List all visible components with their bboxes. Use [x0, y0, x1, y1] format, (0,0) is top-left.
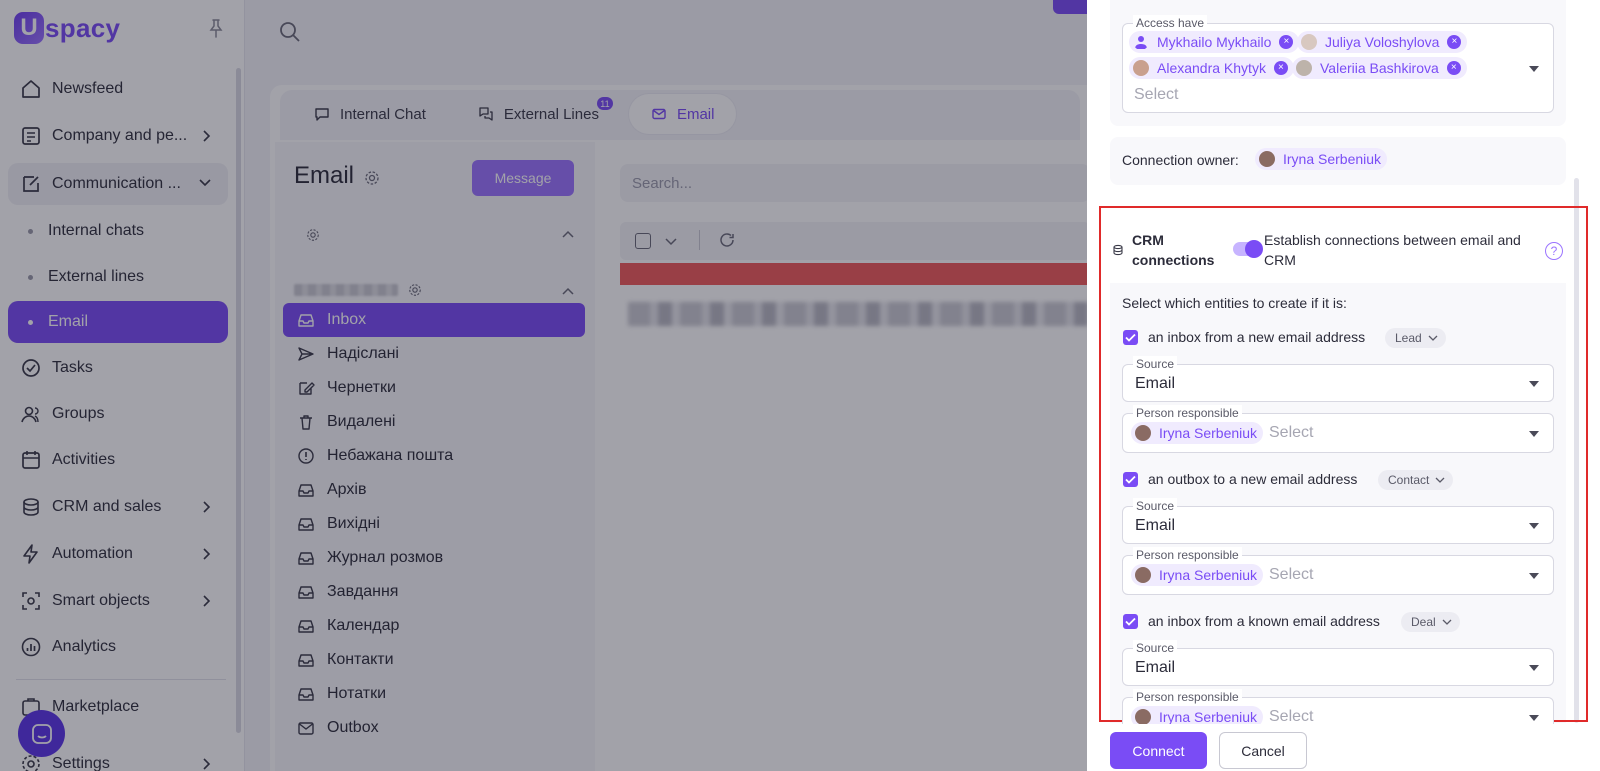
user-chip[interactable]: Juliya Voloshylova × [1297, 31, 1468, 53]
remove-chip-icon[interactable]: × [1279, 35, 1294, 49]
chip-label: Mykhailo Mykhailo [1157, 34, 1272, 50]
owner-label: Connection owner: [1122, 152, 1239, 168]
user-chip[interactable]: Valeriia Bashkirova × [1292, 57, 1467, 79]
remove-chip-icon[interactable]: × [1446, 61, 1461, 75]
chip-label: Alexandra Khytyk [1157, 60, 1266, 76]
cancel-button[interactable]: Cancel [1219, 732, 1307, 769]
field-label: Access have [1133, 15, 1208, 31]
connect-button[interactable]: Connect [1110, 732, 1207, 769]
user-chip[interactable]: Alexandra Khytyk × [1129, 57, 1294, 79]
owner-chip[interactable]: Iryna Serbeniuk [1255, 148, 1388, 170]
chip-label: Juliya Voloshylova [1325, 34, 1440, 50]
avatar [1301, 34, 1317, 50]
chip-label: Iryna Serbeniuk [1283, 151, 1382, 167]
remove-chip-icon[interactable]: × [1447, 35, 1462, 49]
avatar [1296, 60, 1312, 76]
drawer-scrollbar[interactable] [1574, 178, 1579, 723]
avatar [1133, 60, 1149, 76]
caret-down-icon [1529, 66, 1539, 72]
user-chip[interactable]: Mykhailo Mykhailo × [1129, 31, 1300, 53]
access-select-placeholder: Select [1134, 86, 1179, 103]
avatar [1259, 151, 1275, 167]
user-icon [1135, 36, 1147, 49]
remove-chip-icon[interactable]: × [1273, 61, 1288, 75]
chip-label: Valeriia Bashkirova [1320, 60, 1439, 76]
